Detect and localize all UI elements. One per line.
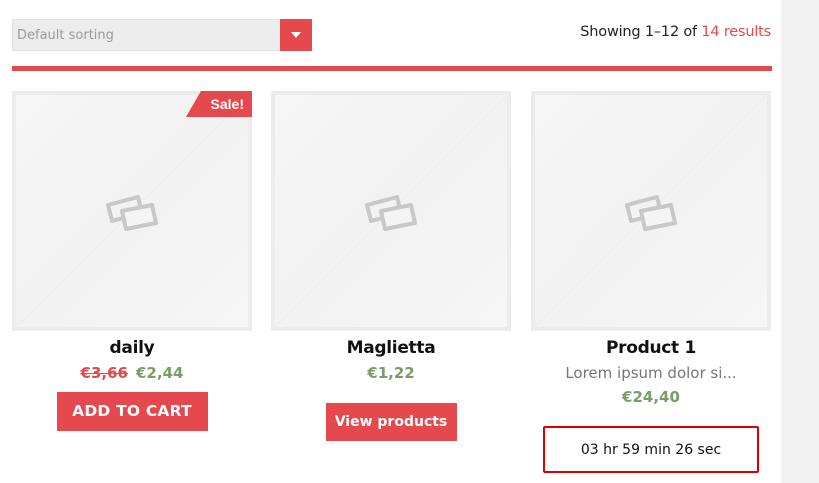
sort-selected-value: Default sorting — [17, 27, 114, 43]
sale-badge: Sale! — [186, 91, 252, 117]
product-price: €3,66 €2,44 — [12, 364, 252, 382]
product-image[interactable] — [531, 91, 771, 331]
divider — [12, 66, 772, 71]
add-to-cart-button[interactable]: ADD TO CART — [56, 392, 208, 431]
results-count-prefix: Showing 1–12 of — [580, 24, 702, 40]
product-card: Sale! daily €3,66 €2,44 ADD TO CART — [12, 91, 252, 431]
old-price: €3,66 — [80, 364, 128, 382]
product-price: €24,40 — [622, 388, 680, 406]
image-placeholder-icon — [106, 195, 158, 231]
results-count: Showing 1–12 of 14 results — [580, 24, 771, 40]
sale-price: €2,44 — [136, 364, 184, 382]
product-card: Maglietta €1,22 View products — [271, 91, 511, 441]
product-name[interactable]: Maglietta — [271, 338, 511, 358]
countdown-timer: 03 hr 59 min 26 sec — [543, 426, 759, 473]
product-name[interactable]: daily — [12, 338, 252, 358]
view-products-button[interactable]: View products — [325, 403, 457, 441]
caret-down-icon[interactable] — [280, 19, 312, 51]
product-name[interactable]: Product 1 — [531, 338, 771, 358]
page-background-gutter — [781, 0, 819, 483]
image-placeholder-icon — [625, 195, 677, 231]
sort-dropdown[interactable]: Default sorting — [12, 19, 312, 51]
product-image[interactable]: Sale! — [12, 91, 252, 331]
product-excerpt: Lorem ipsum dolor si... — [565, 364, 737, 382]
image-placeholder-icon — [365, 195, 417, 231]
product-price: €1,22 — [367, 364, 415, 382]
product-card: Product 1 Lorem ipsum dolor si... €24,40… — [531, 91, 771, 473]
results-count-total: 14 results — [701, 24, 771, 40]
product-image[interactable] — [271, 91, 511, 331]
shop-panel: Default sorting Showing 1–12 of 14 resul… — [0, 0, 781, 483]
